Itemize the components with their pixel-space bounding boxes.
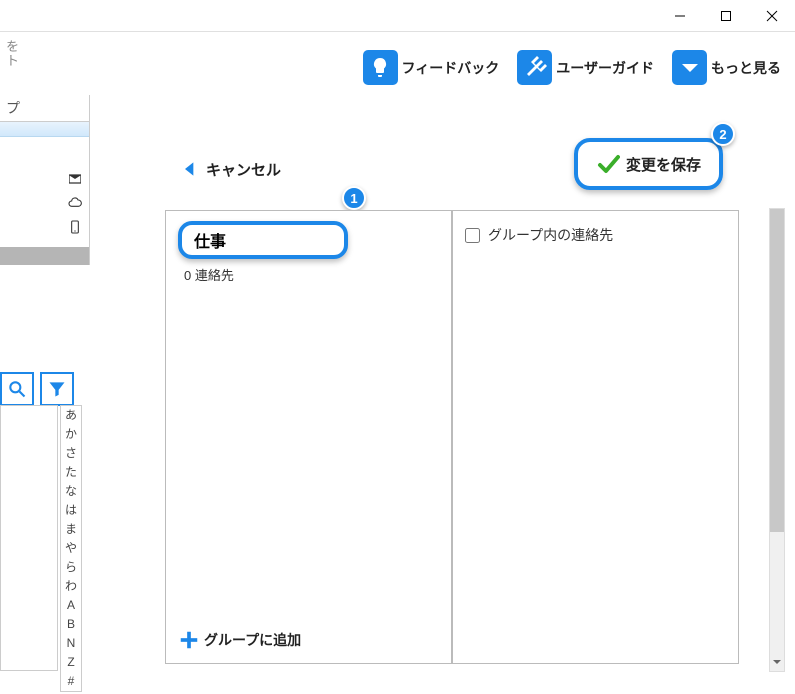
- phone-icon: [67, 219, 83, 235]
- add-to-group-button[interactable]: グループに追加: [178, 629, 301, 651]
- user-guide-label: ユーザーガイド: [556, 58, 654, 78]
- trunc-line: ト: [6, 54, 24, 68]
- checkbox-label: グループ内の連絡先: [488, 225, 613, 245]
- callout-badge-1: 1: [342, 186, 366, 210]
- left-sidebar-fragment: プ: [0, 95, 90, 265]
- group-name-input[interactable]: [178, 221, 348, 259]
- source-icons-row: [0, 191, 89, 215]
- search-icon: [7, 379, 27, 399]
- feedback-label: フィードバック: [402, 58, 500, 78]
- group-label-fragment: プ: [0, 95, 89, 122]
- more-button[interactable]: もっと見る: [672, 50, 781, 85]
- index-char[interactable]: あ: [61, 406, 81, 425]
- index-char[interactable]: N: [61, 634, 81, 653]
- user-guide-button[interactable]: ユーザーガイド: [517, 50, 654, 85]
- scrollbar-thumb[interactable]: [770, 209, 784, 532]
- index-char[interactable]: B: [61, 615, 81, 634]
- source-icons-row: [0, 167, 89, 191]
- selected-group-row[interactable]: [0, 122, 89, 137]
- window-titlebar: [0, 0, 795, 32]
- filter-button[interactable]: [40, 372, 74, 406]
- feedback-button[interactable]: フィードバック: [363, 50, 500, 85]
- minimize-button[interactable]: [657, 0, 703, 32]
- callout-badge-2: 2: [711, 122, 735, 146]
- cancel-label: キャンセル: [206, 159, 281, 180]
- scroll-down-arrow[interactable]: [769, 654, 785, 670]
- save-label: 変更を保存: [626, 154, 701, 175]
- chevron-down-icon: [672, 50, 707, 85]
- maximize-button[interactable]: [703, 0, 749, 32]
- more-label: もっと見る: [711, 58, 781, 78]
- add-to-group-label: グループに追加: [204, 630, 301, 650]
- index-char[interactable]: た: [61, 463, 81, 482]
- header-toolbar: フィードバック ユーザーガイド もっと見る: [0, 32, 795, 95]
- search-filter-row: [0, 372, 74, 406]
- trunc-line: を: [6, 40, 24, 54]
- index-char[interactable]: ら: [61, 558, 81, 577]
- contacts-in-group-checkbox[interactable]: グループ内の連絡先: [465, 225, 726, 245]
- alpha-index[interactable]: あ か さ た な は ま や ら わ A B N Z #: [60, 405, 82, 692]
- index-char[interactable]: ま: [61, 520, 81, 539]
- index-char[interactable]: や: [61, 539, 81, 558]
- funnel-icon: [47, 379, 67, 399]
- index-char[interactable]: さ: [61, 444, 81, 463]
- source-icons-row: [0, 215, 89, 239]
- group-edit-panels: 0 連絡先 グループに追加 グループ内の連絡先: [165, 210, 739, 664]
- cloud-icon: [67, 195, 83, 211]
- tools-icon: [517, 50, 552, 85]
- index-char[interactable]: わ: [61, 577, 81, 596]
- truncated-left-text: を ト: [0, 40, 24, 68]
- close-button[interactable]: [749, 0, 795, 32]
- checkbox-input[interactable]: [465, 228, 480, 243]
- index-char[interactable]: は: [61, 501, 81, 520]
- save-changes-button[interactable]: 変更を保存: [574, 138, 723, 190]
- group-name-panel: 0 連絡先 グループに追加: [165, 210, 452, 664]
- chevron-left-icon: [180, 158, 200, 180]
- search-button[interactable]: [0, 372, 34, 406]
- contacts-count: 0 連絡先: [184, 265, 439, 284]
- group-contacts-panel: グループ内の連絡先: [452, 210, 739, 664]
- cancel-button[interactable]: キャンセル: [180, 158, 281, 180]
- index-char[interactable]: A: [61, 596, 81, 615]
- grey-divider-row: [0, 247, 89, 265]
- index-char[interactable]: #: [61, 672, 81, 691]
- main-edit-area: キャンセル 変更を保存 1 2 0 連絡先 グループに追加 グループ内の連絡先: [110, 130, 765, 674]
- scrollbar[interactable]: [769, 208, 785, 672]
- mail-icon: [67, 171, 83, 187]
- contact-list-fragment: [0, 405, 58, 671]
- plus-icon: [178, 629, 200, 651]
- check-icon: [596, 152, 620, 176]
- lightbulb-icon: [363, 50, 398, 85]
- index-char[interactable]: か: [61, 425, 81, 444]
- index-char[interactable]: な: [61, 482, 81, 501]
- index-char[interactable]: Z: [61, 653, 81, 672]
